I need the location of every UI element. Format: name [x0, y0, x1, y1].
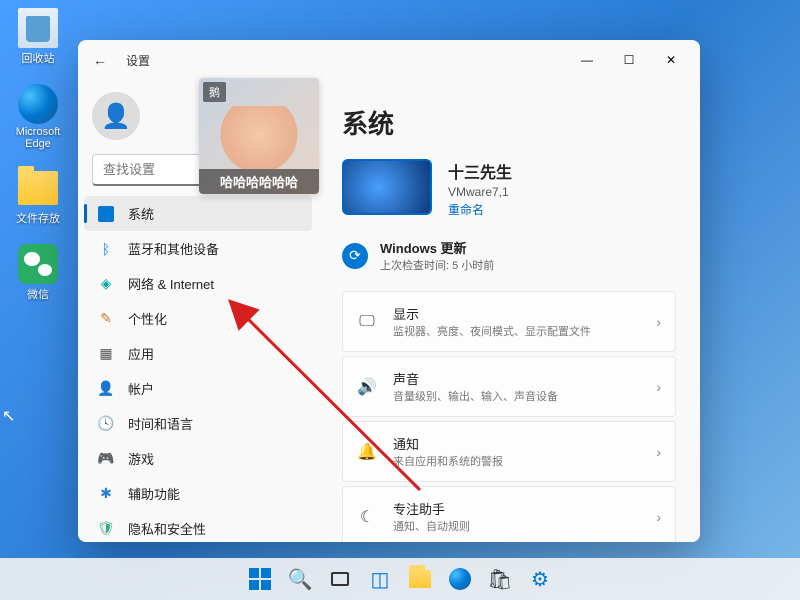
- nav-network[interactable]: ◈网络 & Internet: [78, 266, 318, 301]
- bell-icon: 🔔: [357, 442, 377, 462]
- person-icon: 👤: [98, 381, 114, 397]
- desktop-icons: 回收站 Microsoft Edge 文件存放 微信: [8, 8, 68, 302]
- nav-system[interactable]: 系统: [84, 196, 312, 231]
- windows-update-row[interactable]: ⟳ Windows 更新 上次检查时间: 5 小时前: [342, 238, 676, 273]
- taskbar: 🔍 ◫ 🛍 ⚙: [0, 558, 800, 600]
- folder-icon: [409, 570, 431, 588]
- start-button[interactable]: [242, 561, 278, 597]
- nav-bluetooth[interactable]: ᛒ蓝牙和其他设备: [78, 231, 318, 266]
- recycle-bin[interactable]: 回收站: [8, 8, 68, 66]
- display-icon: [98, 206, 114, 222]
- windows-logo-icon: [249, 568, 271, 590]
- wechat-icon: [18, 244, 58, 284]
- update-circle-icon: ⟳: [342, 243, 368, 269]
- nav-apps[interactable]: ▦应用: [78, 336, 318, 371]
- cursor-icon: ↖: [2, 406, 15, 426]
- recycle-bin-icon: [18, 8, 58, 48]
- device-block: 十三先生 VMware7,1 重命名: [342, 159, 676, 218]
- task-view[interactable]: [322, 561, 358, 597]
- edge-label: Microsoft Edge: [8, 126, 68, 150]
- minimize-button[interactable]: —: [566, 45, 608, 75]
- nav-gaming[interactable]: 🎮游戏: [78, 441, 318, 476]
- monitor-icon: 🖵: [357, 313, 377, 331]
- device-model: VMware7,1: [448, 185, 512, 199]
- settings-window: ← 设置 — ☐ ✕ 👤 🔍 系统 ᛒ蓝牙和其他设备 ◈网络 & Interne…: [78, 40, 700, 542]
- page-title: 系统: [342, 104, 676, 141]
- wechat-label: 微信: [27, 286, 49, 302]
- overlay-meme: 鹅 哈哈哈哈哈哈: [199, 78, 319, 194]
- maximize-button[interactable]: ☐: [608, 45, 650, 75]
- overlay-face: [199, 106, 319, 169]
- edge-shortcut[interactable]: Microsoft Edge: [8, 84, 68, 150]
- wu-title: Windows 更新: [380, 238, 494, 257]
- taskbar-store[interactable]: 🛍: [482, 561, 518, 597]
- setting-focus[interactable]: ☾ 专注助手通知、自动规则 ›: [342, 486, 676, 542]
- nav-accounts[interactable]: 👤帐户: [78, 371, 318, 406]
- taskbar-explorer[interactable]: [402, 561, 438, 597]
- wifi-icon: ◈: [98, 276, 114, 292]
- main-panel: 系统 十三先生 VMware7,1 重命名 ⟳ Windows 更新 上次检查时…: [318, 80, 700, 542]
- nav-time[interactable]: 🕓时间和语言: [78, 406, 318, 441]
- setting-notifications[interactable]: 🔔 通知来自应用和系统的警报 ›: [342, 421, 676, 482]
- moon-icon: ☾: [357, 507, 377, 527]
- titlebar: ← 设置 — ☐ ✕: [78, 40, 700, 80]
- window-controls: — ☐ ✕: [566, 45, 692, 75]
- shield-icon: 🛡: [98, 521, 114, 537]
- avatar-icon: 👤: [92, 92, 140, 140]
- rename-link[interactable]: 重命名: [448, 201, 512, 218]
- edge-icon: [18, 84, 58, 124]
- chevron-right-icon: ›: [656, 314, 661, 330]
- bluetooth-icon: ᛒ: [98, 241, 114, 257]
- widgets[interactable]: ◫: [362, 561, 398, 597]
- nav-privacy[interactable]: 🛡隐私和安全性: [78, 511, 318, 542]
- taskbar-edge[interactable]: [442, 561, 478, 597]
- chevron-right-icon: ›: [656, 379, 661, 395]
- taskbar-search[interactable]: 🔍: [282, 561, 318, 597]
- clock-icon: 🕓: [98, 416, 114, 432]
- folder-label: 文件存放: [16, 210, 60, 226]
- close-button[interactable]: ✕: [650, 45, 692, 75]
- device-thumbnail[interactable]: [342, 159, 432, 215]
- taskbar-settings[interactable]: ⚙: [522, 561, 558, 597]
- sound-icon: 🔊: [357, 377, 377, 397]
- folder-icon: [18, 171, 58, 205]
- overlay-tag: 鹅: [203, 82, 226, 102]
- nav-personalize[interactable]: ✎个性化: [78, 301, 318, 336]
- edge-icon: [449, 568, 471, 590]
- chevron-right-icon: ›: [656, 509, 661, 525]
- chevron-right-icon: ›: [656, 444, 661, 460]
- apps-icon: ▦: [98, 346, 114, 362]
- window-title: 设置: [126, 52, 150, 69]
- brush-icon: ✎: [98, 311, 114, 327]
- settings-list: 🖵 显示监视器、亮度、夜间模式、显示配置文件 › 🔊 声音音量级别、输出、输入、…: [342, 291, 676, 542]
- nav-accessibility[interactable]: ✱辅助功能: [78, 476, 318, 511]
- overlay-caption: 哈哈哈哈哈哈: [199, 169, 319, 194]
- wu-sub: 上次检查时间: 5 小时前: [380, 257, 494, 273]
- recycle-label: 回收站: [22, 50, 55, 66]
- setting-sound[interactable]: 🔊 声音音量级别、输出、输入、声音设备 ›: [342, 356, 676, 417]
- folder-shortcut[interactable]: 文件存放: [8, 168, 68, 226]
- nav: 系统 ᛒ蓝牙和其他设备 ◈网络 & Internet ✎个性化 ▦应用 👤帐户 …: [78, 196, 318, 542]
- gaming-icon: 🎮: [98, 451, 114, 467]
- back-button[interactable]: ←: [86, 46, 114, 74]
- wechat-shortcut[interactable]: 微信: [8, 244, 68, 302]
- accessibility-icon: ✱: [98, 486, 114, 502]
- setting-display[interactable]: 🖵 显示监视器、亮度、夜间模式、显示配置文件 ›: [342, 291, 676, 352]
- device-name: 十三先生: [448, 159, 512, 183]
